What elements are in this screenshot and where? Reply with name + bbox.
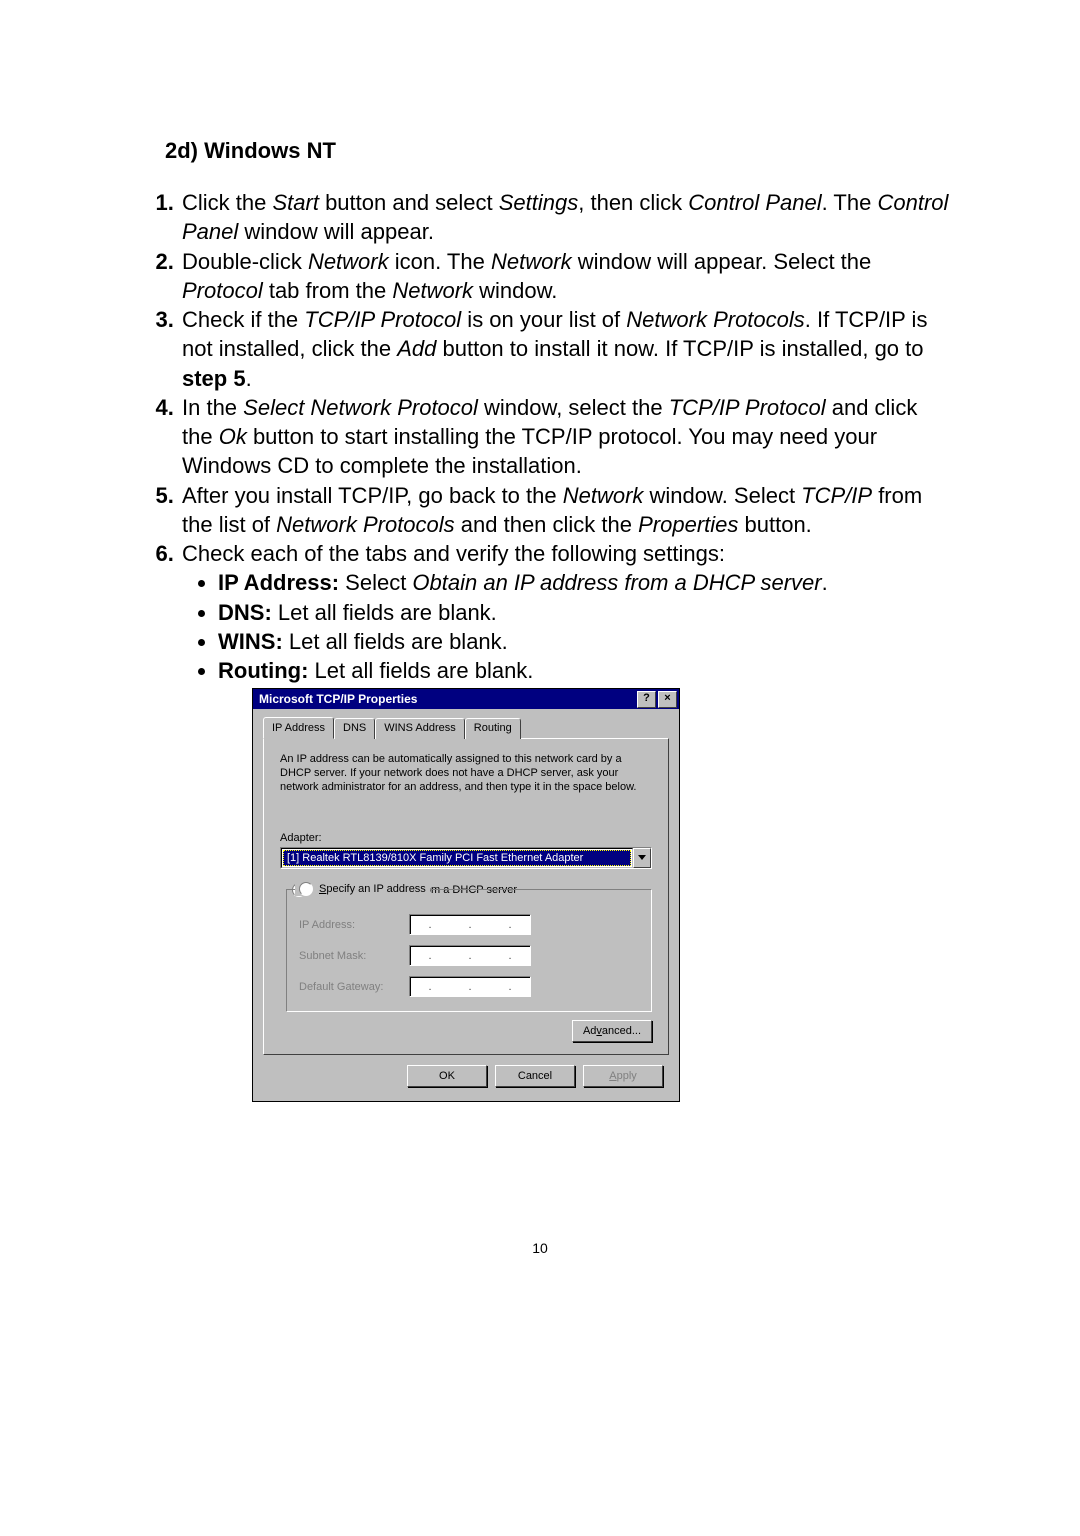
ok-button[interactable]: OK <box>407 1065 487 1087</box>
advanced-button[interactable]: Advanced... <box>572 1020 652 1042</box>
step-2: Double-click Network icon. The Network w… <box>180 247 950 306</box>
ip-address-field[interactable]: ... <box>409 914 531 935</box>
section-heading: 2d) Windows NT <box>165 138 950 164</box>
step-1: Click the Start button and select Settin… <box>180 188 950 247</box>
tab-ip-address[interactable]: IP Address <box>263 717 334 739</box>
apply-button[interactable]: Apply <box>583 1065 663 1087</box>
page-number: 10 <box>0 1240 1080 1256</box>
tcpip-properties-dialog: Microsoft TCP/IP Properties ? × IP Addre… <box>252 688 680 1102</box>
chevron-down-icon[interactable] <box>633 848 651 868</box>
bullet-dns: DNS: Let all fields are blank. <box>218 598 950 627</box>
close-button[interactable]: × <box>658 691 677 708</box>
dialog-title: Microsoft TCP/IP Properties <box>259 692 417 706</box>
bullet-routing: Routing: Let all fields are blank. <box>218 656 950 685</box>
adapter-label: Adapter: <box>280 832 652 844</box>
default-gateway-field[interactable]: ... <box>409 976 531 997</box>
radio-icon <box>299 882 313 896</box>
default-gateway-label: Default Gateway: <box>299 981 409 993</box>
step-4: In the Select Network Protocol window, s… <box>180 393 950 481</box>
cancel-button[interactable]: Cancel <box>495 1065 575 1087</box>
radio-specify-ip[interactable]: Specify an IP address <box>299 882 426 896</box>
tab-routing[interactable]: Routing <box>465 718 521 739</box>
description-text: An IP address can be automatically assig… <box>280 753 652 794</box>
step-5: After you install TCP/IP, go back to the… <box>180 481 950 540</box>
bullet-wins: WINS: Let all fields are blank. <box>218 627 950 656</box>
adapter-selected-value: [1] Realtek RTL8139/810X Family PCI Fast… <box>283 850 631 866</box>
bullet-ip: IP Address: Select Obtain an IP address … <box>218 568 950 597</box>
subnet-mask-field[interactable]: ... <box>409 945 531 966</box>
adapter-combobox[interactable]: [1] Realtek RTL8139/810X Family PCI Fast… <box>280 847 652 869</box>
step-6: Check each of the tabs and verify the fo… <box>180 539 950 685</box>
document-body: 2d) Windows NT Click the Start button an… <box>130 138 950 685</box>
tab-bar: IP Address DNS WINS Address Routing <box>263 717 669 738</box>
dialog-titlebar[interactable]: Microsoft TCP/IP Properties ? × <box>253 689 679 709</box>
bullet-list: IP Address: Select Obtain an IP address … <box>182 568 950 685</box>
specify-ip-group: Specify an IP address IP Address: ... Su… <box>286 889 652 1012</box>
ip-address-label: IP Address: <box>299 919 409 931</box>
tab-dns[interactable]: DNS <box>334 718 375 739</box>
help-button[interactable]: ? <box>637 691 656 708</box>
tab-panel-ip: An IP address can be automatically assig… <box>263 738 669 1055</box>
subnet-mask-label: Subnet Mask: <box>299 950 409 962</box>
step-3: Check if the TCP/IP Protocol is on your … <box>180 305 950 393</box>
tab-wins-address[interactable]: WINS Address <box>375 718 465 739</box>
instruction-list: Click the Start button and select Settin… <box>130 188 950 685</box>
